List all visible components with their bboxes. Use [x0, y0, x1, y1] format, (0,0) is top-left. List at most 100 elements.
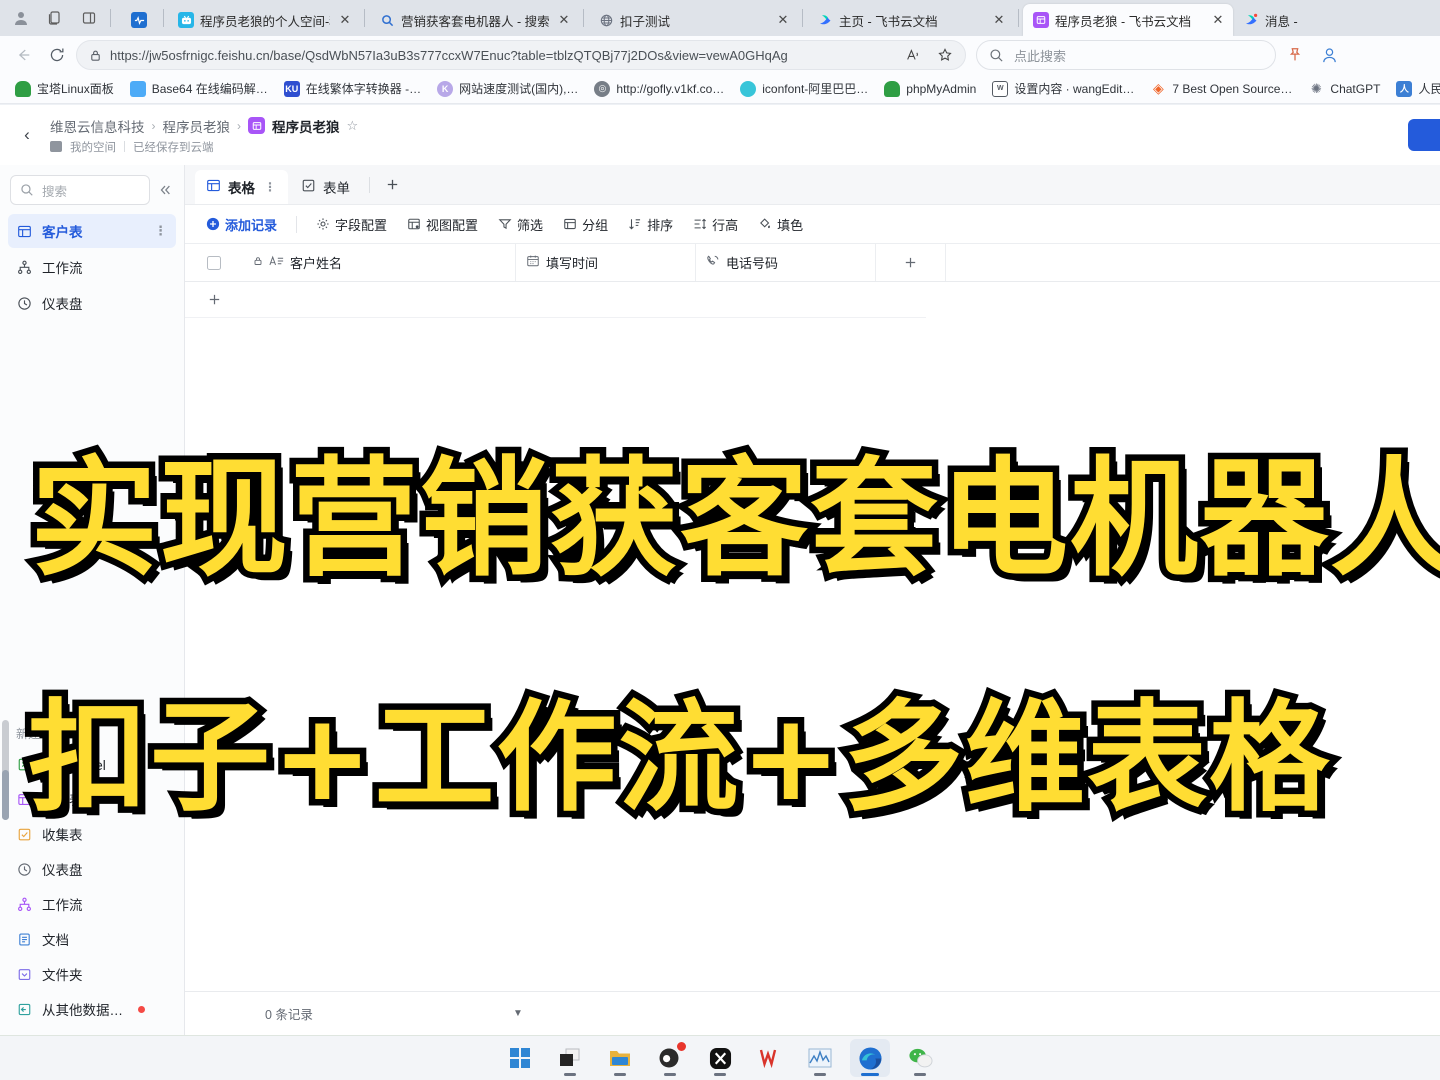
close-icon[interactable]: ✕: [1209, 11, 1227, 29]
bookmark-label: Base64 在线编码解…: [151, 82, 268, 96]
task-view-icon[interactable]: [550, 1039, 590, 1077]
collections-icon[interactable]: [38, 3, 72, 33]
more-dots-icon[interactable]: ⋮: [154, 223, 168, 239]
breadcrumb-item-org[interactable]: 维恩云信息科技: [50, 116, 145, 136]
sidebar-search-input[interactable]: 搜索: [10, 175, 150, 205]
back-arrow-icon[interactable]: [8, 40, 38, 70]
phpmyadmin-icon: [884, 80, 901, 97]
close-icon[interactable]: ✕: [336, 11, 354, 29]
bookmark-item[interactable]: Base64 在线编码解…: [123, 76, 275, 101]
row-height-button[interactable]: 行高: [684, 210, 747, 239]
caret-down-icon[interactable]: ▼: [513, 1008, 523, 1019]
tab-grid-view[interactable]: 表格 ⋮: [195, 170, 288, 204]
checkbox-icon[interactable]: [207, 255, 221, 270]
speed-test-icon: K: [437, 80, 454, 97]
browser-tab-6[interactable]: 消息 -: [1233, 4, 1323, 36]
wechat-icon[interactable]: [900, 1039, 940, 1077]
star-icon[interactable]: [933, 43, 957, 67]
close-icon[interactable]: ✕: [555, 11, 573, 29]
sidebar-create-import-excel[interactable]: 导入 Excel: [8, 747, 176, 781]
start-windows-icon[interactable]: [500, 1039, 540, 1077]
more-dots-icon[interactable]: ⋮: [264, 180, 277, 194]
tab-form-view[interactable]: 表单: [290, 170, 361, 204]
running-indicator: [664, 1073, 676, 1076]
table-icon: [16, 224, 33, 239]
column-header-phone[interactable]: 电话号码: [696, 244, 876, 281]
sidebar-create-folder[interactable]: 文件夹: [8, 957, 176, 991]
workspace: 搜索 客户表 ⋮ 工作流 仪表盘 新建 导入 Excel 数据表 收集表 仪表盘…: [0, 165, 1440, 1035]
close-icon[interactable]: ✕: [990, 11, 1008, 29]
fill-color-icon: [760, 218, 771, 229]
browser-tab-3[interactable]: 扣子测试 ✕: [588, 4, 798, 36]
sidebar-create-doc[interactable]: 文档: [8, 922, 176, 956]
capcut-icon[interactable]: [700, 1039, 740, 1077]
view-config-button[interactable]: 视图配置: [398, 210, 487, 239]
system-monitor-icon[interactable]: [800, 1039, 840, 1077]
file-explorer-icon[interactable]: [600, 1039, 640, 1077]
sidebar-create-workflow[interactable]: 工作流: [8, 887, 176, 921]
select-all-cell[interactable]: [185, 244, 243, 281]
toolbar-label: 添加记录: [225, 217, 278, 233]
reload-icon[interactable]: [42, 40, 72, 70]
feishu-icon: [1243, 12, 1259, 28]
profile-avatar-icon[interactable]: [1314, 40, 1344, 70]
browser-tab-2[interactable]: 营销获客套电机器人 - 搜索 ✕: [369, 4, 579, 36]
sort-button[interactable]: 排序: [619, 210, 682, 239]
sidebar-item-customer-table[interactable]: 客户表 ⋮: [8, 214, 176, 248]
sidebar-item-dashboard[interactable]: 仪表盘: [8, 286, 176, 320]
obs-studio-icon[interactable]: [650, 1039, 690, 1077]
profile-icon[interactable]: [4, 3, 38, 33]
wps-office-icon[interactable]: [750, 1039, 790, 1077]
bookmark-item[interactable]: ◈ 7 Best Open Source…: [1143, 77, 1299, 101]
pin-extension-icon[interactable]: [1280, 40, 1310, 70]
browser-tab-5-active[interactable]: 程序员老狼 - 飞书云文档 ✕: [1023, 4, 1233, 36]
microsoft-edge-icon[interactable]: [850, 1039, 890, 1077]
filter-button[interactable]: 筛选: [489, 210, 552, 239]
add-record-button[interactable]: 添加记录: [197, 210, 286, 239]
bookmark-item[interactable]: W 设置内容 · wangEdit…: [985, 76, 1141, 101]
star-outline-icon[interactable]: ☆: [347, 118, 359, 134]
bookmark-item[interactable]: ✺ ChatGPT: [1301, 77, 1387, 101]
sidebar-create-import-other[interactable]: 从其他数据…: [8, 992, 176, 1026]
sidebar-create-label: 导入 Excel: [42, 758, 106, 773]
bookmark-item[interactable]: 宝塔Linux面板: [8, 76, 121, 101]
bookmark-item[interactable]: KU 在线繁体字转换器 -…: [277, 76, 428, 101]
group-button[interactable]: 分组: [554, 210, 617, 239]
sidebar-create-datatable[interactable]: 数据表: [8, 782, 176, 816]
read-aloud-icon[interactable]: [901, 43, 925, 67]
bookmark-item[interactable]: 人人民: [1389, 76, 1440, 101]
address-bar[interactable]: https://jw5osfrnigc.feishu.cn/base/QsdWb…: [76, 40, 966, 70]
column-header-fill-time[interactable]: 填写时间: [516, 244, 696, 281]
sidebar-item-label: 工作流: [42, 261, 83, 276]
browser-tab-1[interactable]: 程序员老狼的个人空间-程序员老… ✕: [168, 4, 360, 36]
add-column-button[interactable]: [876, 244, 946, 281]
sidebar-create-dashboard[interactable]: 仪表盘: [8, 852, 176, 886]
bookmark-item[interactable]: iconfont-阿里巴巴…: [733, 76, 875, 101]
bookmark-item[interactable]: K 网站速度测试(国内),…: [430, 76, 585, 101]
column-header-customer-name[interactable]: 客户姓名: [243, 244, 516, 281]
browser-tab-4[interactable]: 主页 - 飞书云文档 ✕: [807, 4, 1014, 36]
globe-icon: [598, 12, 614, 28]
browser-tab-pinned[interactable]: [119, 4, 159, 36]
collapse-sidebar-icon[interactable]: [154, 179, 176, 201]
toolbar-label: 分组: [582, 217, 609, 233]
fill-color-button[interactable]: 填色: [749, 210, 812, 239]
bookmark-item[interactable]: ◎ http://gofly.v1kf.co…: [587, 77, 731, 101]
table-empty-body: [185, 318, 1440, 991]
close-icon[interactable]: ✕: [774, 11, 792, 29]
chevron-left-icon[interactable]: ‹: [14, 122, 40, 148]
field-config-button[interactable]: 字段配置: [307, 210, 396, 239]
bookmark-label: 在线繁体字转换器 -…: [305, 82, 422, 96]
sidebar-create-form[interactable]: 收集表: [8, 817, 176, 851]
space-label[interactable]: 我的空间: [70, 139, 116, 155]
add-view-button[interactable]: [378, 171, 406, 199]
bookmark-item[interactable]: phpMyAdmin: [877, 77, 983, 101]
sidebar-item-workflow[interactable]: 工作流: [8, 250, 176, 284]
sidebar-scrollbar-thumb[interactable]: [2, 770, 9, 820]
dashboard-icon: [16, 862, 33, 877]
split-screen-icon[interactable]: [72, 3, 106, 33]
share-button[interactable]: [1408, 119, 1440, 151]
add-row-button[interactable]: [185, 282, 926, 318]
breadcrumb-item-folder[interactable]: 程序员老狼: [163, 116, 231, 136]
search-input[interactable]: 点此搜索: [976, 40, 1276, 70]
